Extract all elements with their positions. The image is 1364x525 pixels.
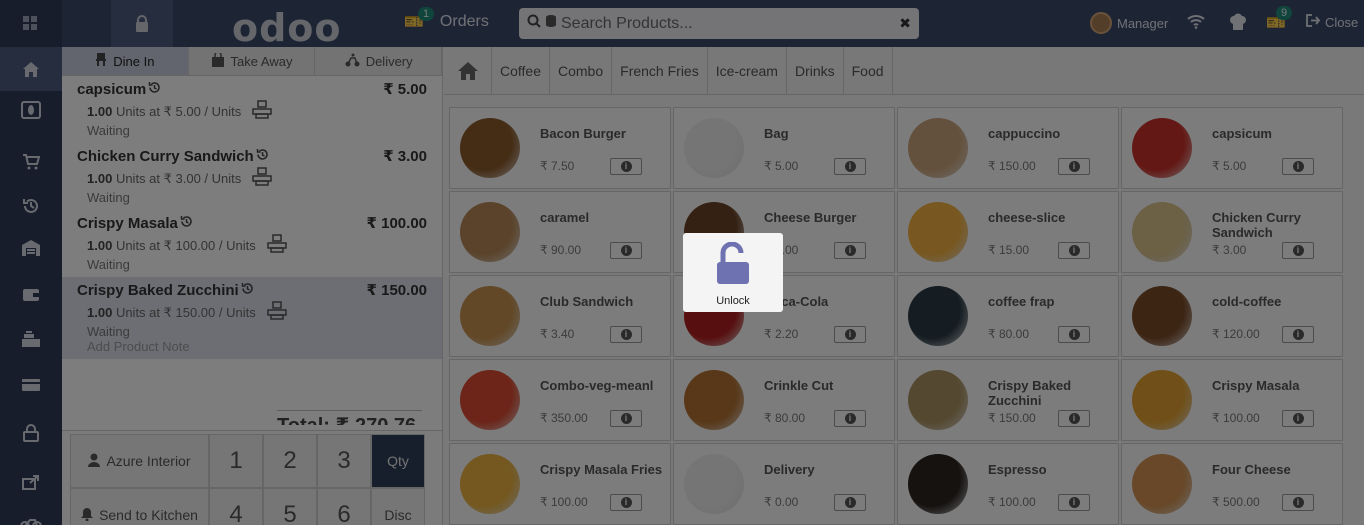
- unlock-button[interactable]: Unlock: [683, 233, 783, 312]
- unlock-label: Unlock: [716, 295, 750, 307]
- unlocked-padlock-icon: [715, 241, 751, 291]
- lock-overlay: [0, 0, 1364, 525]
